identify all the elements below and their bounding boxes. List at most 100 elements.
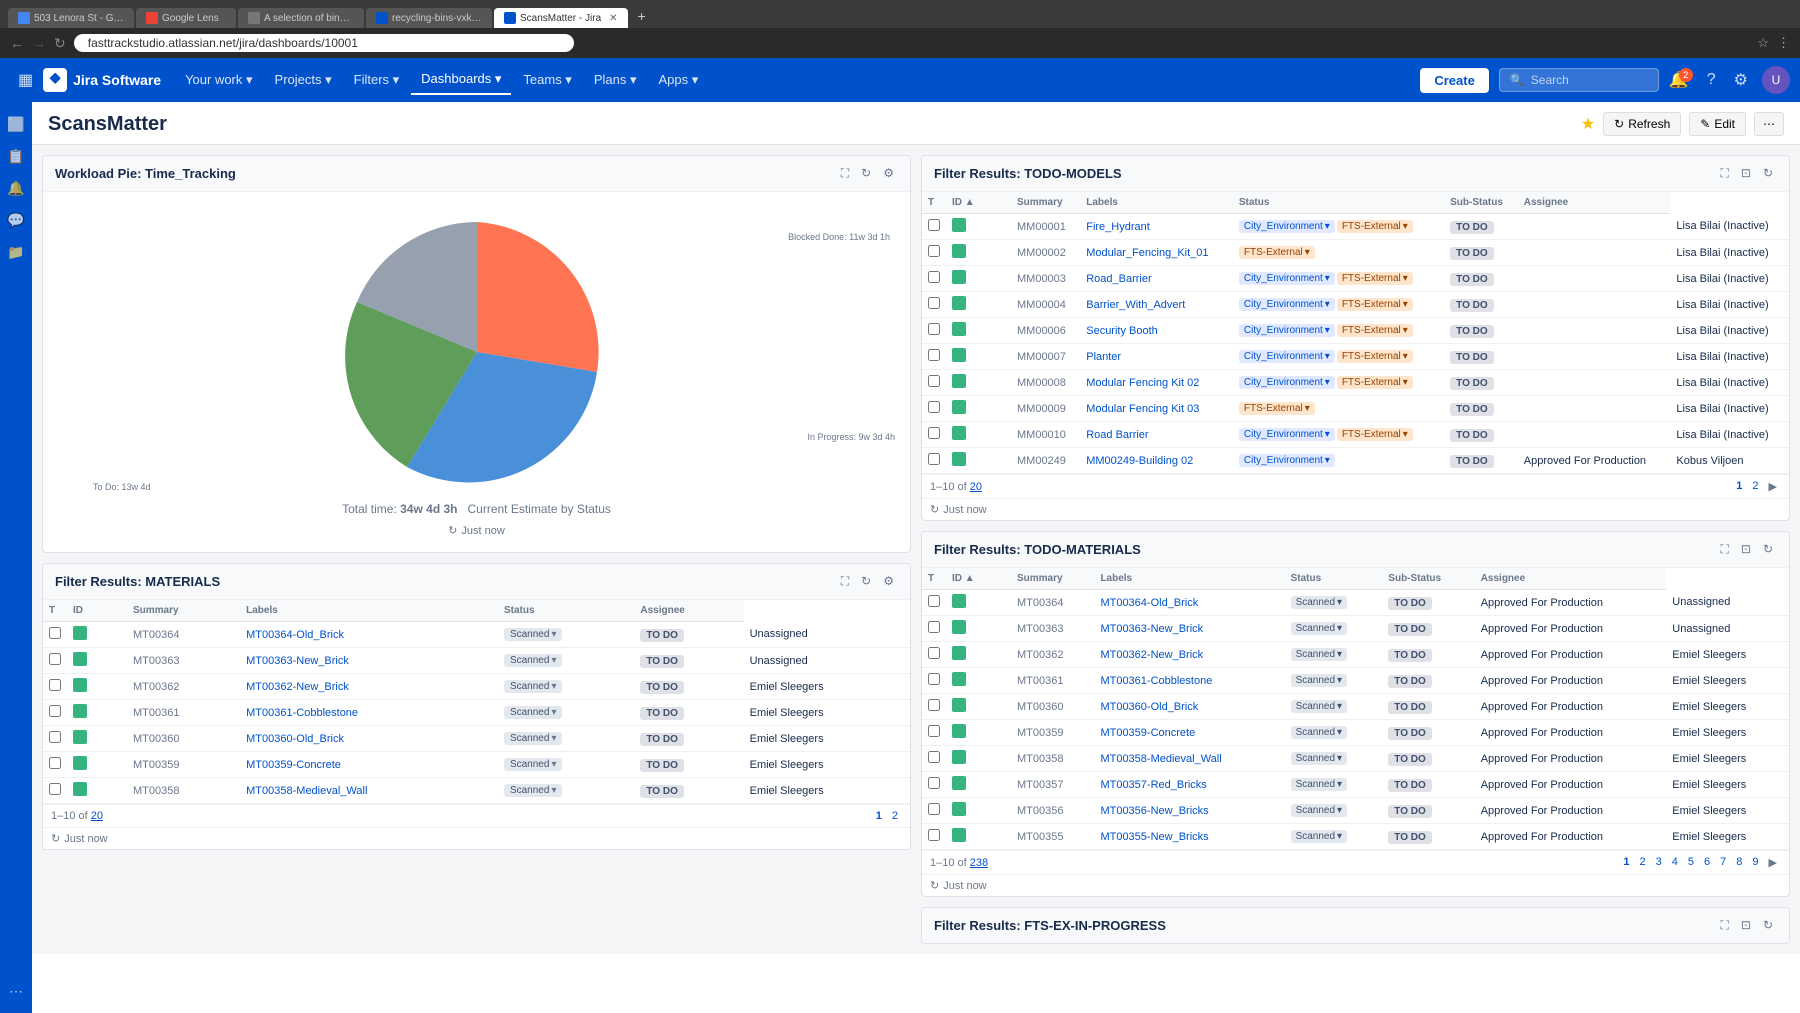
row-checkbox[interactable] (928, 647, 940, 659)
tdm-page-1[interactable]: 1 (1732, 479, 1746, 494)
tdmat-page-6[interactable]: 6 (1700, 855, 1714, 870)
tdm-expand-icon[interactable]: ⛶ (1716, 164, 1732, 183)
settings-icon[interactable]: ⚙ (1726, 66, 1756, 94)
table-row[interactable]: MT00355 MT00355-New_Bricks Scanned ▾ TO … (922, 824, 1789, 850)
nav-dashboards[interactable]: Dashboards ▾ (411, 65, 511, 95)
row-checkbox[interactable] (928, 621, 940, 633)
row-checkbox[interactable] (928, 595, 940, 607)
table-row[interactable]: MM00249 MM00249-Building 02 City_Environ… (922, 448, 1789, 474)
star-icon[interactable]: ★ (1581, 114, 1595, 134)
browser-tab-inactive[interactable]: 503 Lenora St - Google M... (8, 8, 134, 28)
row-checkbox[interactable] (928, 725, 940, 737)
nav-filters[interactable]: Filters ▾ (344, 66, 410, 94)
table-row[interactable]: MT00363 MT00363-New_Brick Scanned ▾ TO D… (43, 648, 910, 674)
row-checkbox[interactable] (928, 245, 940, 257)
table-row[interactable]: MM00001 Fire_Hydrant City_Environment ▾F… (922, 214, 1789, 240)
tdmat-page-9[interactable]: 9 (1748, 855, 1762, 870)
table-row[interactable]: MM00009 Modular Fencing Kit 03 FTS-Exter… (922, 396, 1789, 422)
nav-your-work[interactable]: Your work ▾ (175, 66, 262, 94)
nav-plans[interactable]: Plans ▾ (584, 66, 647, 94)
pie-refresh-icon[interactable]: ↻ (857, 164, 875, 183)
row-checkbox[interactable] (928, 803, 940, 815)
fts-fullscreen-icon[interactable]: ⊡ (1737, 916, 1755, 935)
row-checkbox[interactable] (928, 401, 940, 413)
table-row[interactable]: MM00003 Road_Barrier City_Environment ▾F… (922, 266, 1789, 292)
tdmat-page-4[interactable]: 4 (1668, 855, 1682, 870)
row-checkbox[interactable] (928, 271, 940, 283)
table-row[interactable]: MM00007 Planter City_Environment ▾FTS-Ex… (922, 344, 1789, 370)
mat-settings-icon[interactable]: ⚙ (879, 572, 898, 591)
pie-settings-icon[interactable]: ⚙ (879, 164, 898, 183)
notification-icon[interactable]: 🔔 2 (1661, 66, 1697, 94)
reload-btn[interactable]: ↻ (54, 35, 66, 52)
table-row[interactable]: MT00362 MT00362-New_Brick Scanned ▾ TO D… (43, 674, 910, 700)
tdmat-page-3[interactable]: 3 (1652, 855, 1666, 870)
table-row[interactable]: MM00002 Modular_Fencing_Kit_01 FTS-Exter… (922, 240, 1789, 266)
row-checkbox[interactable] (928, 349, 940, 361)
table-row[interactable]: MT00364 MT00364-Old_Brick Scanned ▾ TO D… (43, 622, 910, 648)
mat-page-2[interactable]: 2 (888, 809, 902, 823)
refresh-button[interactable]: ↻ Refresh (1603, 112, 1681, 136)
tdmat-refresh-icon[interactable]: ↻ (1759, 540, 1777, 559)
row-checkbox[interactable] (49, 679, 61, 691)
user-avatar[interactable]: U (1762, 66, 1790, 94)
table-row[interactable]: MT00359 MT00359-Concrete Scanned ▾ TO DO… (43, 752, 910, 778)
browser-tab-active[interactable]: ScansMatter - Jira ✕ (494, 8, 628, 28)
mat-refresh-icon[interactable]: ↻ (857, 572, 875, 591)
table-row[interactable]: MT00360 MT00360-Old_Brick Scanned ▾ TO D… (922, 694, 1789, 720)
row-checkbox[interactable] (928, 427, 940, 439)
fts-expand-icon[interactable]: ⛶ (1716, 916, 1732, 935)
row-checkbox[interactable] (49, 705, 61, 717)
browser-tab-inactive3[interactable]: A selection of bins pictu... (238, 8, 364, 28)
table-row[interactable]: MT00357 MT00357-Red_Bricks Scanned ▾ TO … (922, 772, 1789, 798)
table-row[interactable]: MT00358 MT00358-Medieval_Wall Scanned ▾ … (922, 746, 1789, 772)
row-checkbox[interactable] (49, 627, 61, 639)
row-checkbox[interactable] (928, 751, 940, 763)
sidebar-icon-2[interactable]: 📋 (2, 142, 30, 170)
apps-grid-icon[interactable]: ▦ (10, 66, 41, 94)
row-checkbox[interactable] (49, 757, 61, 769)
row-checkbox[interactable] (928, 777, 940, 789)
row-checkbox[interactable] (928, 453, 940, 465)
table-row[interactable]: MT00356 MT00356-New_Bricks Scanned ▾ TO … (922, 798, 1789, 824)
row-checkbox[interactable] (928, 219, 940, 231)
pie-expand-icon[interactable]: ⛶ (837, 164, 853, 183)
sidebar-icon-4[interactable]: 💬 (2, 206, 30, 234)
browser-tab-inactive4[interactable]: recycling-bins-vxkov-div... (366, 8, 492, 28)
back-btn[interactable]: ← (10, 35, 24, 51)
table-row[interactable]: MT00360 MT00360-Old_Brick Scanned ▾ TO D… (43, 726, 910, 752)
tdmat-page-8[interactable]: 8 (1732, 855, 1746, 870)
tdm-page-2[interactable]: 2 (1748, 479, 1762, 494)
table-row[interactable]: MM00006 Security Booth City_Environment … (922, 318, 1789, 344)
table-row[interactable]: MT00362 MT00362-New_Brick Scanned ▾ TO D… (922, 642, 1789, 668)
nav-teams[interactable]: Teams ▾ (513, 66, 581, 94)
browser-tab-inactive2[interactable]: Google Lens (136, 8, 236, 28)
row-checkbox[interactable] (928, 829, 940, 841)
table-row[interactable]: MM00004 Barrier_With_Advert City_Environ… (922, 292, 1789, 318)
tdm-fullscreen-icon[interactable]: ⊡ (1737, 164, 1755, 183)
sidebar-icon-3[interactable]: 🔔 (2, 174, 30, 202)
row-checkbox[interactable] (49, 783, 61, 795)
tdmat-page-1[interactable]: 1 (1619, 855, 1633, 870)
row-checkbox[interactable] (928, 673, 940, 685)
search-box[interactable]: 🔍 Search (1499, 68, 1659, 92)
row-checkbox[interactable] (928, 297, 940, 309)
sidebar-icon-1[interactable]: ⬜ (2, 110, 30, 138)
row-checkbox[interactable] (928, 375, 940, 387)
mat-expand-icon[interactable]: ⛶ (837, 572, 853, 591)
edit-button[interactable]: ✎ Edit (1689, 112, 1746, 136)
row-checkbox[interactable] (928, 699, 940, 711)
tdmat-expand-icon[interactable]: ⛶ (1716, 540, 1732, 559)
table-row[interactable]: MT00359 MT00359-Concrete Scanned ▾ TO DO… (922, 720, 1789, 746)
sidebar-icon-bottom[interactable]: ⋯ (2, 977, 30, 1005)
table-row[interactable]: MT00364 MT00364-Old_Brick Scanned ▾ TO D… (922, 590, 1789, 616)
help-icon[interactable]: ? (1699, 67, 1724, 93)
nav-apps[interactable]: Apps ▾ (649, 66, 709, 94)
tdmat-page-5[interactable]: 5 (1684, 855, 1698, 870)
forward-btn[interactable]: → (32, 35, 46, 51)
row-checkbox[interactable] (49, 653, 61, 665)
create-button[interactable]: Create (1420, 68, 1488, 93)
mat-page-1[interactable]: 1 (872, 809, 886, 823)
fts-refresh-icon[interactable]: ↻ (1759, 916, 1777, 935)
new-tab-btn[interactable]: + (630, 4, 654, 28)
